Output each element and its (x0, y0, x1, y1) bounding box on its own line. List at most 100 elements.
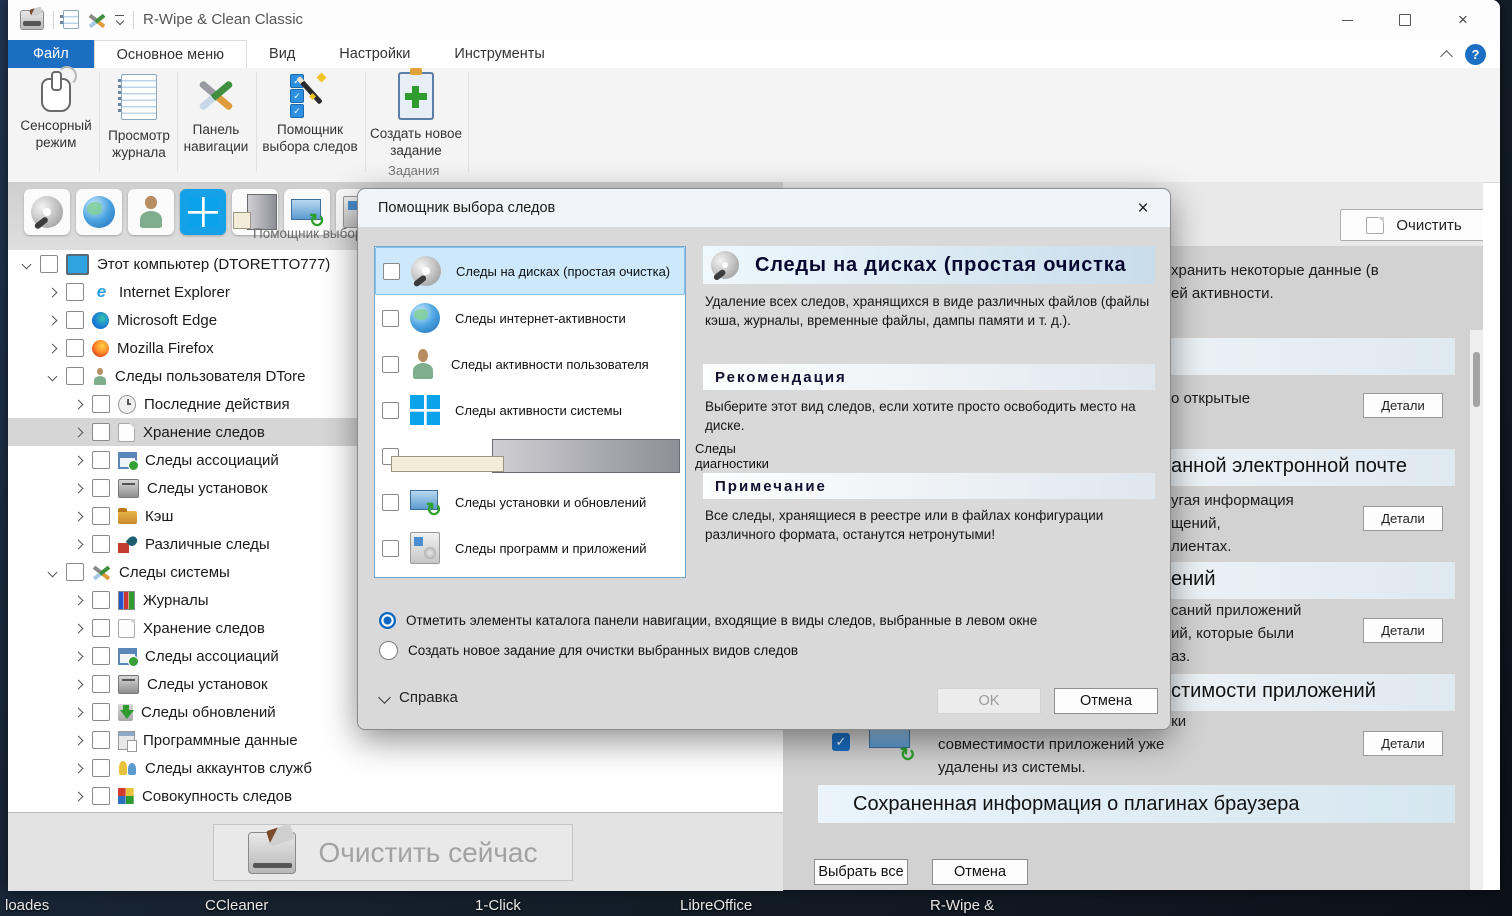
new-task-button[interactable]: Создать новое задание (368, 72, 464, 176)
help-expander[interactable]: Справка (380, 689, 458, 706)
journal-icon[interactable] (63, 10, 79, 29)
app-icon (20, 10, 44, 30)
checkbox[interactable] (382, 540, 399, 557)
checkbox[interactable] (92, 787, 110, 805)
trace-type-item[interactable]: Следы активности пользователя (375, 341, 685, 387)
page-icon (118, 423, 135, 442)
logs-icon (118, 591, 135, 610)
trace-type-item[interactable]: Следы диагностики (375, 433, 685, 479)
blocks-icon (118, 788, 134, 805)
divider (177, 72, 178, 172)
desktop-icon-label[interactable]: 1-Click (475, 897, 521, 914)
compat-checkbox[interactable]: ✓ (832, 733, 850, 751)
scrollbar[interactable] (1470, 330, 1483, 890)
computer-tower-icon (492, 439, 680, 473)
installer-icon (118, 479, 139, 498)
checkbox[interactable] (92, 591, 110, 609)
tree-row[interactable]: Следы аккаунтов служб (8, 754, 783, 782)
quick-access-toolbar: R-Wipe & Clean Classic (20, 8, 303, 31)
details-button[interactable]: Детали (1363, 393, 1443, 418)
minimize-button[interactable] (1318, 0, 1376, 40)
mark-catalog-radio[interactable]: Отметить элементы каталога панели навига… (379, 612, 1037, 629)
scrollbar-thumb[interactable] (1473, 352, 1480, 407)
checkbox[interactable] (92, 731, 110, 749)
qat-customize-icon[interactable] (115, 15, 124, 24)
sync-monitor-icon (410, 488, 440, 516)
trace-type-item[interactable]: Следы программ и приложений (375, 525, 685, 571)
trace-type-item-selected[interactable]: Следы на дисках (простая очистка) (375, 247, 685, 295)
checkbox[interactable] (66, 563, 84, 581)
clean-now-button[interactable]: Очистить сейчас (213, 824, 573, 881)
tab-main-menu[interactable]: Основное меню (94, 40, 247, 68)
desktop-icon-label[interactable]: R-Wipe & (930, 897, 994, 914)
checkbox[interactable] (382, 494, 399, 511)
close-button[interactable]: × (1434, 0, 1492, 40)
tab-settings[interactable]: Настройки (317, 40, 432, 68)
clean-button[interactable]: Очистить (1340, 209, 1483, 241)
checkbox[interactable] (92, 759, 110, 777)
tree-row[interactable]: Программные данные (8, 726, 783, 754)
checkbox[interactable] (92, 507, 110, 525)
radio-selected-icon[interactable] (379, 612, 396, 629)
checkbox[interactable] (382, 310, 399, 327)
details-button[interactable]: Детали (1363, 618, 1443, 643)
desktop-icon-label[interactable]: CCleaner (205, 897, 268, 914)
checkbox[interactable] (40, 255, 58, 273)
desktop-icon-label[interactable]: LibreOffice (680, 897, 752, 914)
window-title: R-Wipe & Clean Classic (143, 11, 303, 28)
divider (53, 11, 54, 29)
desktop-icon-label[interactable]: loades (5, 897, 49, 914)
dialog-cancel-button[interactable]: Отмена (1054, 688, 1158, 714)
view-journal-button[interactable]: Просмотр журнала (104, 72, 174, 176)
select-all-button[interactable]: Выбрать все (814, 859, 908, 885)
collapse-ribbon-icon[interactable] (1440, 50, 1453, 63)
user-traces-toolbar-button[interactable] (128, 189, 174, 235)
details-button[interactable]: Детали (1363, 731, 1443, 756)
checkbox[interactable] (92, 479, 110, 497)
trace-wizard-button[interactable]: ✓✓✓ Помощник выбора следов (260, 72, 360, 176)
disk-icon (711, 251, 739, 279)
radio-icon[interactable] (379, 641, 398, 660)
checkbox[interactable] (92, 423, 110, 441)
checkbox[interactable] (92, 647, 110, 665)
tab-view[interactable]: Вид (247, 40, 317, 68)
checkbox[interactable] (383, 263, 400, 280)
recommendation-text: Выберите этот вид следов, если хотите пр… (705, 397, 1157, 435)
checkbox[interactable] (66, 311, 84, 329)
internet-traces-toolbar-button[interactable] (76, 189, 122, 235)
checkbox[interactable] (92, 703, 110, 721)
checkbox[interactable] (66, 283, 84, 301)
trace-type-item[interactable]: Следы интернет-активности (375, 295, 685, 341)
tab-tools[interactable]: Инструменты (432, 40, 566, 68)
panel-text: щений, (1171, 515, 1221, 532)
checkbox[interactable] (66, 339, 84, 357)
nav-panel-button[interactable]: Панель навигации (180, 72, 252, 176)
tools-icon[interactable] (88, 11, 106, 28)
new-task-radio[interactable]: Создать новое задание для очистки выбран… (379, 641, 798, 660)
tree-row[interactable]: Совокупность следов (8, 782, 783, 810)
system-traces-toolbar-button[interactable] (180, 189, 226, 235)
touch-icon (41, 78, 71, 112)
checkbox[interactable] (92, 451, 110, 469)
checkbox[interactable] (92, 535, 110, 553)
trace-type-item[interactable]: Следы установки и обновлений (375, 479, 685, 525)
checkbox[interactable] (92, 395, 110, 413)
checkbox[interactable] (382, 356, 399, 373)
checkbox[interactable] (382, 402, 399, 419)
help-icon[interactable]: ? (1465, 44, 1486, 65)
cancel-button[interactable]: Отмена (932, 859, 1028, 885)
maximize-button[interactable] (1376, 0, 1434, 40)
details-button[interactable]: Детали (1363, 506, 1443, 531)
trace-type-list: Следы на дисках (простая очистка) Следы … (374, 246, 686, 578)
computer-tower-icon (247, 194, 277, 230)
trace-type-item[interactable]: Следы активности системы (375, 387, 685, 433)
dialog-title-bar: Помощник выбора следов (358, 189, 1170, 227)
dialog-close-button[interactable]: × (1130, 196, 1156, 222)
checkbox[interactable] (66, 367, 84, 385)
checkbox[interactable] (92, 619, 110, 637)
ok-button[interactable]: OK (937, 688, 1041, 714)
disk-traces-toolbar-button[interactable] (24, 189, 70, 235)
checkbox[interactable] (92, 675, 110, 693)
tab-file[interactable]: Файл (8, 40, 94, 68)
touch-mode-button[interactable]: Сенсорный режим (16, 72, 96, 176)
